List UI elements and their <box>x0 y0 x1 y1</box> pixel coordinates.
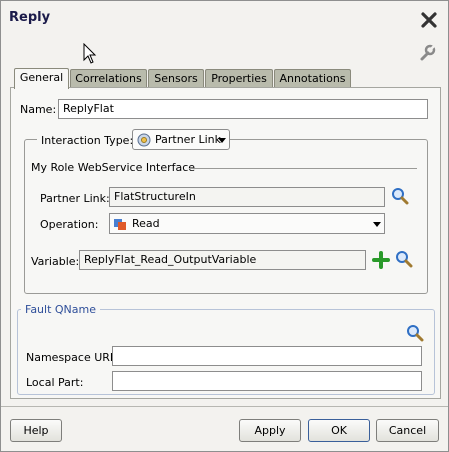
interaction-type-label: Interaction Type: <box>41 134 134 147</box>
apply-button[interactable]: Apply <box>239 419 301 442</box>
cancel-button[interactable]: Cancel <box>376 419 439 442</box>
operation-value: Read <box>132 217 160 230</box>
tab-sensors[interactable]: Sensors <box>148 69 204 88</box>
name-label: Name: <box>20 103 57 116</box>
tab-properties[interactable]: Properties <box>205 69 273 88</box>
interaction-type-dropdown[interactable]: Partner Link <box>132 129 230 150</box>
tab-annotations[interactable]: Annotations <box>274 69 351 88</box>
magnifier-icon[interactable] <box>395 250 413 268</box>
namespace-uri-label: Namespace URI: <box>26 351 117 364</box>
local-part-input[interactable] <box>112 371 422 391</box>
namespace-uri-input[interactable] <box>112 346 422 366</box>
name-input[interactable]: ReplyFlat <box>58 99 428 119</box>
variable-label: Variable: <box>31 255 80 268</box>
gear-globe-icon <box>137 133 151 147</box>
interaction-type-legend: Interaction Type: <box>37 130 138 154</box>
magnifier-icon[interactable] <box>391 187 409 205</box>
tab-general[interactable]: General <box>14 68 69 89</box>
plus-icon[interactable] <box>372 251 390 269</box>
interface-section-label: My Role WebService Interface <box>31 161 196 174</box>
close-icon[interactable] <box>420 11 438 29</box>
dialog-title: Reply <box>9 10 51 25</box>
partner-link-label: Partner Link: <box>40 192 110 205</box>
magnifier-icon[interactable] <box>406 324 424 342</box>
local-part-label: Local Part: <box>26 376 84 389</box>
help-button[interactable]: Help <box>10 419 62 442</box>
reply-dialog: Reply General Correlations Sensors Prope… <box>0 0 449 452</box>
partner-link-field[interactable]: FlatStructureIn <box>109 187 385 207</box>
interaction-type-value: Partner Link <box>155 133 221 146</box>
operation-label: Operation: <box>40 218 99 231</box>
fault-qname-label: Fault QName <box>25 303 97 316</box>
ok-button[interactable]: OK <box>308 419 370 442</box>
general-tab-panel: Name: ReplyFlat Interaction Type: Partne… <box>10 87 441 399</box>
wrench-icon[interactable] <box>418 44 436 62</box>
operation-dropdown[interactable]: Read <box>109 213 385 234</box>
mouse-cursor-icon <box>83 43 97 64</box>
section-divider <box>189 168 417 169</box>
tab-correlations[interactable]: Correlations <box>70 69 147 88</box>
fault-qname-legend: Fault QName <box>21 303 101 316</box>
operation-icon <box>114 219 126 230</box>
chevron-down-icon <box>218 138 226 143</box>
button-bar-divider <box>1 406 448 407</box>
variable-field[interactable]: ReplyFlat_Read_OutputVariable <box>79 250 366 270</box>
chevron-down-icon <box>373 222 381 227</box>
